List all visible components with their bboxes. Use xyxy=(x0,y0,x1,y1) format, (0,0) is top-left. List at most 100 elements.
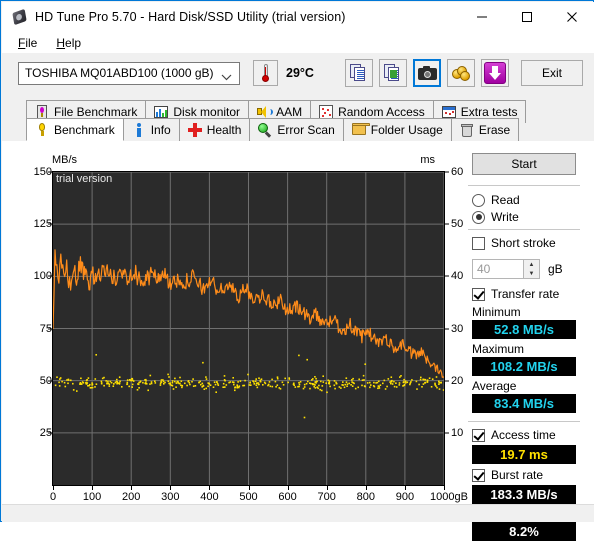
drive-select[interactable]: TOSHIBA MQ01ABD100 (1000 gB) xyxy=(18,61,240,85)
x-tick-mark xyxy=(248,486,250,490)
radio-read-label: Read xyxy=(491,193,520,207)
y2-tick-mark xyxy=(445,171,449,173)
x-tick-label: 200 xyxy=(122,491,141,503)
tab-erase[interactable]: Erase xyxy=(450,118,520,141)
random-access-icon xyxy=(319,105,334,119)
short-stroke-stepper[interactable]: 40 ▲ ▼ xyxy=(472,259,540,279)
window-title: HD Tune Pro 5.70 - Hard Disk/SSD Utility… xyxy=(35,10,346,24)
screenshot-button[interactable] xyxy=(413,59,441,87)
checkbox-burst-rate-label: Burst rate xyxy=(491,468,544,482)
minimize-button[interactable] xyxy=(459,2,504,32)
magnifier-icon xyxy=(258,123,272,138)
trial-watermark: trial version xyxy=(56,173,113,185)
extra-tests-icon xyxy=(441,105,456,119)
tab-disk-monitor-label: Disk monitor xyxy=(173,105,241,119)
file-benchmark-icon xyxy=(35,105,49,119)
copy-text-button[interactable] xyxy=(345,59,373,87)
trash-icon xyxy=(460,123,474,137)
x-tick-mark xyxy=(444,486,445,490)
tab-error-scan[interactable]: Error Scan xyxy=(249,118,344,141)
x-tick-mark xyxy=(92,486,94,490)
checkbox-access-time-indicator xyxy=(472,428,485,442)
y2-tick-mark xyxy=(445,275,449,277)
start-button[interactable]: Start xyxy=(472,153,576,175)
divider-1 xyxy=(468,185,580,186)
tab-info[interactable]: Info xyxy=(122,118,180,141)
checkbox-transfer-rate[interactable]: Transfer rate xyxy=(472,287,559,301)
checkbox-transfer-rate-indicator xyxy=(472,287,485,301)
checkbox-transfer-rate-label: Transfer rate xyxy=(491,287,560,301)
x-tick-label: 900 xyxy=(395,491,415,503)
checkbox-burst-rate-indicator xyxy=(472,468,485,482)
checkbox-short-stroke[interactable]: Short stroke xyxy=(472,236,556,250)
download-arrow-icon xyxy=(484,62,506,84)
checkbox-access-time[interactable]: Access time xyxy=(472,428,556,442)
checkbox-short-stroke-label: Short stroke xyxy=(491,236,556,250)
x-tick-mark xyxy=(53,486,54,490)
divider-2 xyxy=(468,229,580,230)
x-tick-label: 500 xyxy=(239,491,258,503)
plot-area: trial version xyxy=(52,171,445,486)
x-tick-label: 400 xyxy=(200,491,219,503)
tab-row-bottom: Benchmark Info Health Error Scan Folder … xyxy=(26,118,520,141)
menu-help[interactable]: Help xyxy=(48,34,92,52)
plot-svg xyxy=(53,172,444,485)
exit-button[interactable]: Exit xyxy=(521,60,583,86)
short-stroke-spin-buttons[interactable]: ▲ ▼ xyxy=(523,260,539,278)
maximum-label: Maximum xyxy=(472,342,525,356)
options-panel: Start Read Write Short stroke 40 ▲ ▼ gB … xyxy=(464,149,584,541)
tab-error-scan-label: Error Scan xyxy=(277,123,335,137)
copy-document-icon xyxy=(350,64,368,82)
download-button[interactable] xyxy=(481,59,509,87)
tab-benchmark[interactable]: Benchmark xyxy=(26,118,124,141)
x-tick-label: 1000gB xyxy=(430,491,468,503)
checkbox-access-time-label: Access time xyxy=(491,428,556,442)
y-axis-ticks: 25 50 75 100 125 150 xyxy=(21,166,52,487)
tab-health[interactable]: Health xyxy=(178,118,251,141)
app-window: HD Tune Pro 5.70 - Hard Disk/SSD Utility… xyxy=(0,0,594,541)
x-tick-mark xyxy=(365,486,367,490)
copy-chart-icon xyxy=(384,64,402,82)
x-tick-label: 0 xyxy=(49,491,57,503)
x-tick-label: 300 xyxy=(161,491,180,503)
buy-button[interactable] xyxy=(447,59,475,87)
tab-health-label: Health xyxy=(206,123,242,137)
menu-bar: File Help xyxy=(2,32,594,53)
tab-folder-usage-label: Folder Usage xyxy=(370,123,443,137)
copy-image-button[interactable] xyxy=(379,59,407,87)
menu-file-rest: ile xyxy=(25,35,38,50)
temperature-value: 29°C xyxy=(286,66,314,80)
short-stroke-unit: gB xyxy=(548,262,563,276)
disk-monitor-icon xyxy=(154,105,169,119)
access-time-value-box: 19.7 ms xyxy=(472,445,576,464)
y2-axis-label: ms xyxy=(420,154,435,166)
camera-icon xyxy=(417,66,437,80)
y2-tick-mark xyxy=(445,223,449,225)
average-label: Average xyxy=(472,379,517,393)
radio-write[interactable]: Write xyxy=(472,210,519,224)
drive-select-value: TOSHIBA MQ01ABD100 (1000 gB) xyxy=(25,66,214,80)
cpu-usage-value: 8.2% xyxy=(509,524,539,539)
coins-icon xyxy=(452,65,470,81)
x-tick-mark xyxy=(170,486,172,490)
tab-folder-usage[interactable]: Folder Usage xyxy=(342,118,452,141)
exit-button-label: Exit xyxy=(541,66,562,80)
minimum-value: 52.8 MB/s xyxy=(494,322,554,337)
menu-file[interactable]: File xyxy=(10,34,48,52)
chevron-down-icon xyxy=(221,70,232,84)
burst-rate-value: 183.3 MB/s xyxy=(490,487,558,502)
radio-read[interactable]: Read xyxy=(472,193,520,207)
close-button[interactable] xyxy=(549,2,594,32)
radio-read-indicator xyxy=(472,193,485,207)
window-controls xyxy=(459,2,594,32)
x-tick-label: 800 xyxy=(356,491,375,503)
x-tick-mark xyxy=(209,486,211,490)
spin-up-icon[interactable]: ▲ xyxy=(524,260,539,269)
maximize-button[interactable] xyxy=(504,2,549,32)
tab-random-access-label: Random Access xyxy=(338,105,425,119)
info-icon xyxy=(132,123,146,137)
minimum-label: Minimum xyxy=(472,305,521,319)
harddisk-icon xyxy=(12,8,28,26)
checkbox-burst-rate[interactable]: Burst rate xyxy=(472,468,543,482)
spin-down-icon[interactable]: ▼ xyxy=(524,269,539,278)
